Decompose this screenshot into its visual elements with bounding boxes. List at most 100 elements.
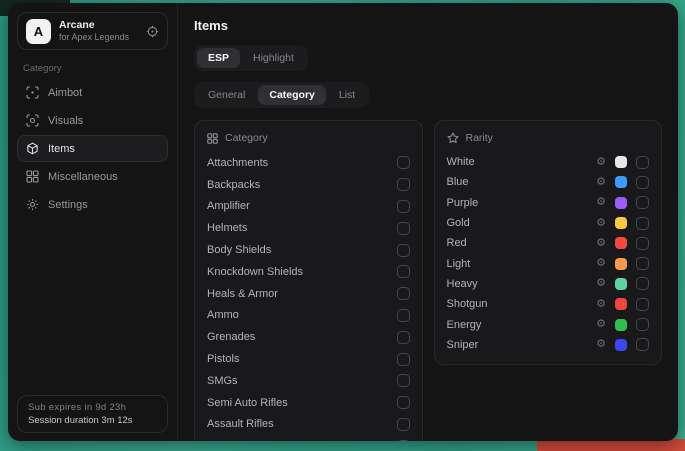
category-row: LMGs xyxy=(207,435,410,441)
cube-icon xyxy=(26,142,39,155)
view-tab-group: General Category List xyxy=(194,82,369,108)
sidebar-item-visuals[interactable]: Visuals xyxy=(17,107,168,134)
rarity-row: Heavy ⚙ xyxy=(447,274,650,294)
checkbox[interactable] xyxy=(397,418,410,431)
checkbox[interactable] xyxy=(636,196,649,209)
gear-icon[interactable]: ⚙ xyxy=(596,238,606,249)
category-panel-title: Category xyxy=(225,132,268,144)
gear-icon[interactable]: ⚙ xyxy=(596,177,606,188)
gear-icon[interactable]: ⚙ xyxy=(596,299,606,310)
rarity-row: Purple ⚙ xyxy=(447,193,650,213)
tab-list[interactable]: List xyxy=(328,85,366,105)
checkbox[interactable] xyxy=(636,338,649,351)
category-row: Grenades xyxy=(207,326,410,348)
gear-icon xyxy=(26,198,39,211)
rarity-row: Energy ⚙ xyxy=(447,314,650,334)
sidebar-item-miscellaneous[interactable]: Miscellaneous xyxy=(17,163,168,190)
subscription-card: Sub expires in 9d 23h Session duration 3… xyxy=(17,395,168,433)
rarity-row: White ⚙ xyxy=(447,152,650,172)
checkbox[interactable] xyxy=(397,353,410,366)
star-icon xyxy=(447,132,459,144)
category-row: Helmets xyxy=(207,217,410,239)
checkbox[interactable] xyxy=(636,318,649,331)
checkbox[interactable] xyxy=(636,156,649,169)
rarity-row: Light ⚙ xyxy=(447,253,650,273)
app-logo: A xyxy=(26,19,51,44)
checkbox[interactable] xyxy=(397,222,410,235)
checkbox[interactable] xyxy=(397,287,410,300)
session-duration-text: Session duration 3m 12s xyxy=(28,415,157,426)
sidebar-section-label: Category xyxy=(23,63,162,74)
color-swatch[interactable] xyxy=(615,298,627,310)
checkbox[interactable] xyxy=(636,277,649,290)
category-row: Attachments xyxy=(207,152,410,174)
category-row: Knockdown Shields xyxy=(207,261,410,283)
desktop-background: A Arcane for Apex Legends Category Aimbo… xyxy=(0,0,685,451)
checkbox[interactable] xyxy=(397,440,410,441)
color-swatch[interactable] xyxy=(615,197,627,209)
checkbox[interactable] xyxy=(397,156,410,169)
checkbox[interactable] xyxy=(397,374,410,387)
category-row: SMGs xyxy=(207,370,410,392)
color-swatch[interactable] xyxy=(615,176,627,188)
sub-expiry-text: Sub expires in 9d 23h xyxy=(28,402,157,413)
gear-icon[interactable]: ⚙ xyxy=(596,339,606,350)
mode-tab-group: ESP Highlight xyxy=(194,45,308,71)
checkbox[interactable] xyxy=(397,331,410,344)
gear-icon[interactable]: ⚙ xyxy=(596,278,606,289)
category-row: Semi Auto Rifles xyxy=(207,392,410,414)
checkbox[interactable] xyxy=(397,200,410,213)
tab-esp[interactable]: ESP xyxy=(197,48,240,68)
checkbox[interactable] xyxy=(636,257,649,270)
gear-icon[interactable]: ⚙ xyxy=(596,319,606,330)
arcane-window: A Arcane for Apex Legends Category Aimbo… xyxy=(8,3,678,441)
gear-icon[interactable]: ⚙ xyxy=(596,197,606,208)
checkbox[interactable] xyxy=(636,237,649,250)
color-swatch[interactable] xyxy=(615,237,627,249)
grid-icon xyxy=(26,170,39,183)
target-icon[interactable] xyxy=(146,25,159,38)
tab-highlight[interactable]: Highlight xyxy=(242,48,305,68)
color-swatch[interactable] xyxy=(615,217,627,229)
tab-category[interactable]: Category xyxy=(258,85,326,105)
checkbox[interactable] xyxy=(397,265,410,278)
rarity-row: Red ⚙ xyxy=(447,233,650,253)
sidebar-item-items[interactable]: Items xyxy=(17,135,168,162)
color-swatch[interactable] xyxy=(615,156,627,168)
checkbox[interactable] xyxy=(397,244,410,257)
layout-grid-icon xyxy=(207,133,218,144)
checkbox[interactable] xyxy=(397,396,410,409)
sidebar-menu: Aimbot Visuals Items Miscellaneous Setti… xyxy=(17,79,168,218)
gear-icon[interactable]: ⚙ xyxy=(596,157,606,168)
category-row: Backpacks xyxy=(207,174,410,196)
color-swatch[interactable] xyxy=(615,339,627,351)
category-row: Pistols xyxy=(207,348,410,370)
checkbox[interactable] xyxy=(636,298,649,311)
rarity-row: Gold ⚙ xyxy=(447,213,650,233)
checkbox[interactable] xyxy=(636,217,649,230)
rarity-row: Sniper ⚙ xyxy=(447,335,650,355)
color-swatch[interactable] xyxy=(615,278,627,290)
gear-icon[interactable]: ⚙ xyxy=(596,218,606,229)
rarity-row: Blue ⚙ xyxy=(447,172,650,192)
sidebar-item-settings[interactable]: Settings xyxy=(17,191,168,218)
checkbox[interactable] xyxy=(397,178,410,191)
checkbox[interactable] xyxy=(636,176,649,189)
category-row: Body Shields xyxy=(207,239,410,261)
checkbox[interactable] xyxy=(397,309,410,322)
crosshair-icon xyxy=(26,86,39,99)
rarity-panel: Rarity White ⚙ Blue ⚙ Purple ⚙ Gold ⚙ xyxy=(434,120,663,365)
gear-icon[interactable]: ⚙ xyxy=(596,258,606,269)
category-row: Heals & Armor xyxy=(207,283,410,305)
sidebar-item-aimbot[interactable]: Aimbot xyxy=(17,79,168,106)
page-title: Items xyxy=(194,18,662,33)
rarity-panel-title: Rarity xyxy=(466,132,493,144)
category-panel: Category Attachments Backpacks Amplifier… xyxy=(194,120,423,441)
app-subtitle: for Apex Legends xyxy=(59,32,138,43)
category-row: Ammo xyxy=(207,305,410,327)
sidebar: A Arcane for Apex Legends Category Aimbo… xyxy=(8,3,178,441)
color-swatch[interactable] xyxy=(615,258,627,270)
color-swatch[interactable] xyxy=(615,319,627,331)
tab-general[interactable]: General xyxy=(197,85,256,105)
category-row: Assault Rifles xyxy=(207,414,410,436)
